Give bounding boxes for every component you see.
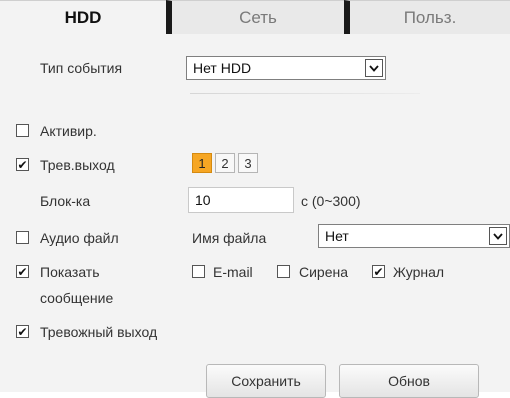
enable-label: Активир. — [40, 123, 97, 139]
alarm-channel-2-button[interactable]: 2 — [215, 153, 235, 173]
chevron-down-icon — [365, 59, 383, 77]
file-name-select[interactable]: Нет — [318, 224, 510, 248]
file-name-value: Нет — [325, 228, 349, 244]
alarm-channel-3-button[interactable]: 3 — [238, 153, 258, 173]
show-message-label-2: сообщение — [40, 290, 114, 306]
log-label: Журнал — [393, 264, 445, 280]
latch-input[interactable]: 10 — [188, 187, 294, 213]
show-message-checkbox[interactable]: ✔ — [16, 265, 29, 278]
show-message-label: Показать — [40, 264, 100, 280]
tab-network[interactable]: Сеть — [166, 0, 344, 34]
event-type-label: Тип события — [40, 60, 123, 76]
chevron-down-icon — [489, 227, 507, 245]
log-checkbox[interactable]: ✔ — [372, 265, 385, 278]
file-name-label: Имя файла — [192, 230, 267, 246]
siren-label: Сирена — [299, 264, 349, 280]
siren-checkbox[interactable] — [277, 265, 290, 278]
email-label: E-mail — [213, 264, 253, 280]
latch-unit: с (0~300) — [301, 193, 361, 209]
save-button[interactable]: Сохранить — [206, 364, 326, 398]
alarm-upload-checkbox[interactable]: ✔ — [16, 325, 29, 338]
settings-panel: HDD Сеть Польз. Тип события Нет HDD Акти… — [0, 0, 510, 398]
tab-hdd[interactable]: HDD — [0, 0, 166, 34]
event-type-value: Нет HDD — [193, 60, 252, 76]
alarm-upload-label: Тревожный выход — [40, 324, 158, 340]
tab-bar: HDD Сеть Польз. — [0, 0, 510, 34]
refresh-button[interactable]: Обнов — [339, 364, 479, 398]
event-type-select[interactable]: Нет HDD — [186, 56, 386, 80]
audio-label: Аудио файл — [40, 230, 119, 246]
enable-checkbox[interactable] — [16, 124, 29, 137]
latch-label: Блок-ка — [40, 193, 91, 209]
divider — [190, 93, 420, 94]
alarm-channel-1-button[interactable]: 1 — [192, 153, 212, 173]
email-checkbox[interactable] — [192, 265, 205, 278]
alarm-out-checkbox[interactable]: ✔ — [16, 158, 29, 171]
audio-checkbox[interactable] — [16, 231, 29, 244]
alarm-out-label: Трев.выход — [40, 157, 115, 173]
tab-user[interactable]: Польз. — [344, 0, 510, 34]
